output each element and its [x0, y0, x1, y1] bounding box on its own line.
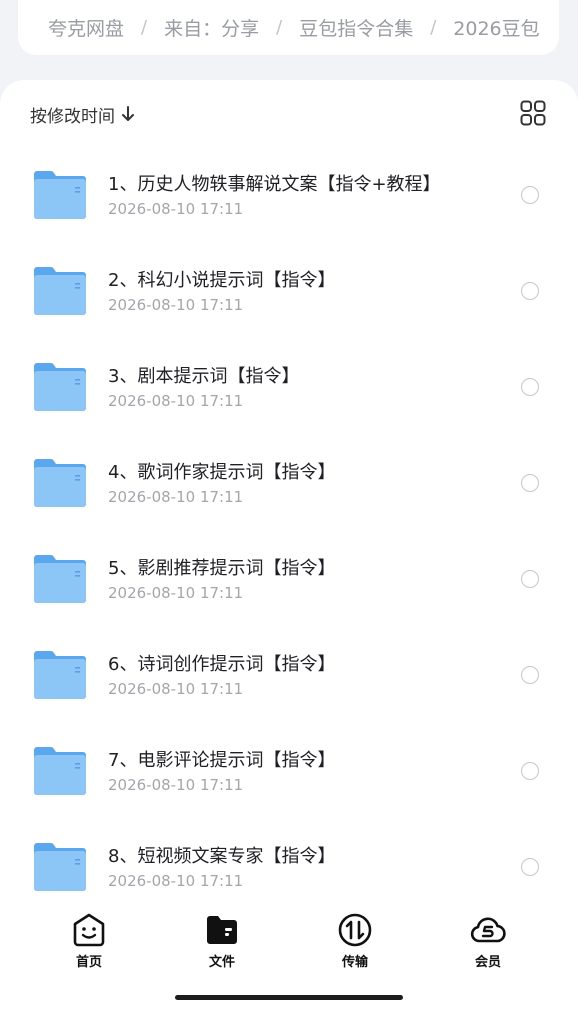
nav-transfer[interactable]: 传输	[315, 912, 395, 970]
file-name: 8、短视频文案专家【指令】	[108, 846, 336, 867]
select-checkbox[interactable]	[521, 474, 539, 492]
file-date: 2026-08-10 17:11	[108, 392, 244, 410]
folder-icon	[34, 267, 86, 315]
home-face-icon	[73, 913, 105, 947]
sort-button[interactable]: 按修改时间	[30, 102, 135, 127]
file-name: 7、电影评论提示词【指令】	[108, 750, 336, 771]
file-name: 1、历史人物轶事解说文案【指令+教程】	[108, 174, 441, 195]
file-date: 2026-08-10 17:11	[108, 584, 244, 602]
file-date: 2026-08-10 17:11	[108, 872, 244, 890]
file-name: 4、歌词作家提示词【指令】	[108, 462, 336, 483]
file-date: 2026-08-10 17:11	[108, 296, 244, 314]
file-name: 5、影剧推荐提示词【指令】	[108, 558, 336, 579]
file-panel: 按修改时间 1、历史人物轶事解说文案【指令+教程】 2026-08-10 17:1…	[0, 80, 578, 1011]
breadcrumb: 夸克网盘 / 来自：分享 / 豆包指令合集 / 2026豆包	[18, 0, 559, 55]
list-item[interactable]: 6、诗词创作提示词【指令】 2026-08-10 17:11	[0, 640, 578, 736]
nav-transfer-label: 传输	[341, 955, 368, 970]
breadcrumb-separator: /	[430, 17, 437, 38]
breadcrumb-item-current[interactable]: 2026豆包	[453, 14, 539, 41]
breadcrumb-item-root[interactable]: 夸克网盘	[48, 14, 124, 41]
list-item[interactable]: 3、剧本提示词【指令】 2026-08-10 17:11	[0, 352, 578, 448]
breadcrumb-separator: /	[141, 17, 148, 38]
select-checkbox[interactable]	[521, 186, 539, 204]
select-checkbox[interactable]	[521, 858, 539, 876]
folder-icon	[207, 916, 237, 944]
breadcrumb-item-share[interactable]: 来自：分享	[164, 14, 259, 41]
file-date: 2026-08-10 17:11	[108, 200, 244, 218]
transfer-icon	[338, 913, 372, 947]
sort-label: 按修改时间	[30, 106, 115, 127]
folder-icon	[34, 459, 86, 507]
folder-icon	[34, 651, 86, 699]
breadcrumb-separator: /	[276, 17, 283, 38]
grid-view-icon[interactable]	[520, 100, 546, 126]
arrow-down-icon	[122, 106, 134, 121]
breadcrumb-item-collection[interactable]: 豆包指令合集	[299, 14, 413, 41]
nav-vip[interactable]: 会员	[448, 912, 528, 970]
select-checkbox[interactable]	[521, 762, 539, 780]
select-checkbox[interactable]	[521, 570, 539, 588]
nav-vip-label: 会员	[474, 955, 501, 970]
nav-files-label: 文件	[208, 955, 235, 970]
list-item[interactable]: 1、历史人物轶事解说文案【指令+教程】 2026-08-10 17:11	[0, 160, 578, 256]
folder-icon	[34, 171, 86, 219]
file-list: 1、历史人物轶事解说文案【指令+教程】 2026-08-10 17:11 2、科幻小…	[0, 160, 578, 928]
list-item[interactable]: 4、歌词作家提示词【指令】 2026-08-10 17:11	[0, 448, 578, 544]
nav-files[interactable]: 文件	[182, 912, 262, 970]
folder-icon	[34, 363, 86, 411]
folder-icon	[34, 555, 86, 603]
file-name: 2、科幻小说提示词【指令】	[108, 270, 336, 291]
list-item[interactable]: 7、电影评论提示词【指令】 2026-08-10 17:11	[0, 736, 578, 832]
select-checkbox[interactable]	[521, 666, 539, 684]
nav-home[interactable]: 首页	[49, 912, 129, 970]
file-name: 6、诗词创作提示词【指令】	[108, 654, 336, 675]
folder-icon	[34, 843, 86, 891]
folder-icon	[34, 747, 86, 795]
file-date: 2026-08-10 17:11	[108, 488, 244, 506]
list-item[interactable]: 2、科幻小说提示词【指令】 2026-08-10 17:11	[0, 256, 578, 352]
file-date: 2026-08-10 17:11	[108, 776, 244, 794]
vip-cloud-icon	[470, 917, 506, 943]
nav-home-label: 首页	[75, 955, 102, 970]
file-date: 2026-08-10 17:11	[108, 680, 244, 698]
select-checkbox[interactable]	[521, 378, 539, 396]
file-name: 3、剧本提示词【指令】	[108, 366, 300, 387]
list-item[interactable]: 5、影剧推荐提示词【指令】 2026-08-10 17:11	[0, 544, 578, 640]
home-indicator	[175, 995, 403, 1000]
select-checkbox[interactable]	[521, 282, 539, 300]
